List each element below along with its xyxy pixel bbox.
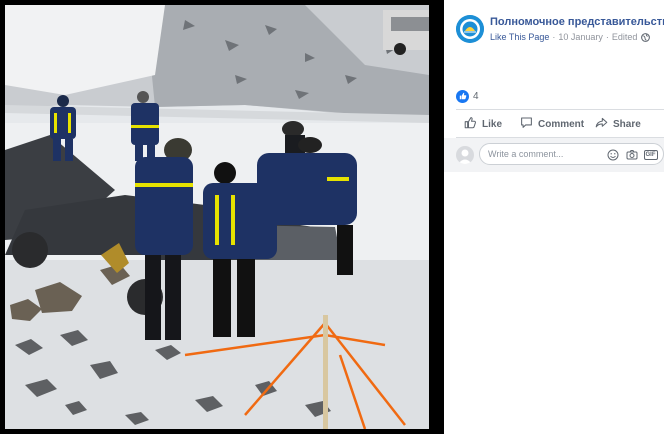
- like-button[interactable]: Like: [464, 112, 502, 136]
- comment-composer: GIF: [444, 138, 664, 172]
- like-this-page-link[interactable]: Like This Page: [490, 32, 549, 42]
- comment-icon: [520, 116, 538, 132]
- comment-input[interactable]: [488, 147, 598, 161]
- reaction-summary[interactable]: 4: [456, 88, 479, 104]
- like-label: Like: [482, 118, 503, 130]
- reaction-count: 4: [473, 90, 479, 102]
- camera-icon[interactable]: [625, 148, 638, 161]
- share-label: Share: [613, 118, 641, 130]
- post-actions: Like Comment Share: [456, 112, 664, 136]
- comment-button[interactable]: Comment: [520, 112, 584, 136]
- page-name-link[interactable]: Полномочное представительство: [490, 16, 664, 28]
- emoji-icon[interactable]: [606, 148, 619, 161]
- post-meta: Like This Page · 10 January · Edited: [490, 32, 651, 44]
- comment-label: Comment: [538, 118, 585, 130]
- divider: [456, 109, 664, 110]
- page-avatar-icon[interactable]: [456, 15, 484, 43]
- photo-viewer: [0, 0, 444, 434]
- post-photo[interactable]: [5, 5, 429, 429]
- post-side-panel: Полномочное представительство Like This …: [444, 0, 664, 434]
- meta-separator: ·: [605, 32, 609, 42]
- gif-icon[interactable]: GIF: [643, 148, 658, 161]
- share-button[interactable]: Share: [595, 112, 641, 136]
- comment-box[interactable]: GIF: [479, 143, 664, 165]
- meta-separator: ·: [552, 32, 556, 42]
- like-reaction-icon: [456, 89, 469, 103]
- post-date[interactable]: 10 January: [558, 32, 603, 42]
- edited-label[interactable]: Edited: [612, 32, 638, 42]
- post-header: Полномочное представительство Like This …: [444, 0, 664, 60]
- user-avatar-icon: [456, 146, 474, 164]
- globe-icon: [641, 33, 651, 44]
- thumb-up-icon: [464, 116, 482, 132]
- share-icon: [595, 116, 613, 132]
